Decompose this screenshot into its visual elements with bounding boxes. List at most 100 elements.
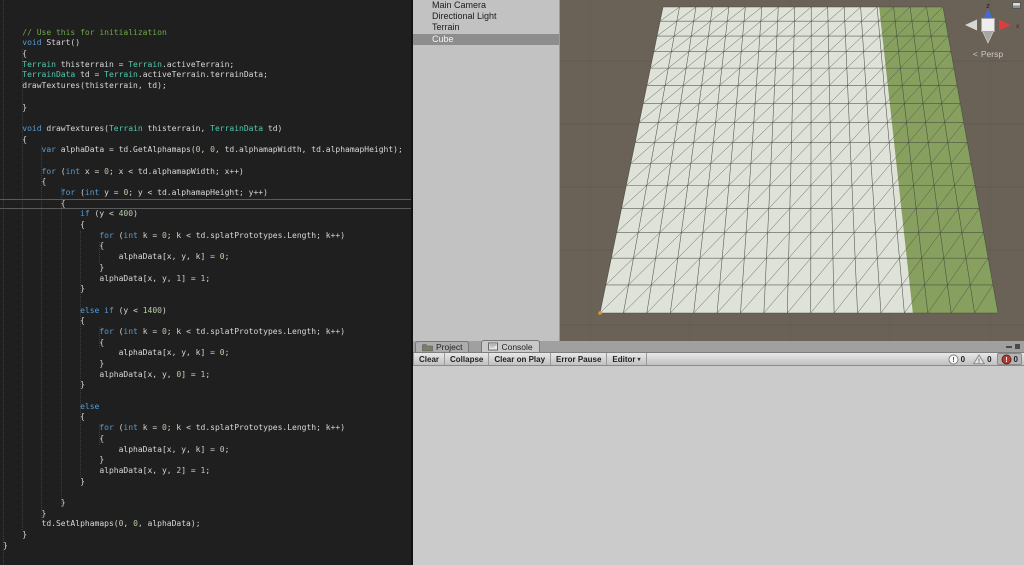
code-line: if (y < 400) [3, 209, 138, 219]
code-line: { [0, 199, 411, 210]
code-line: { [3, 49, 28, 59]
hierarchy-item-terrain[interactable]: Terrain [413, 22, 559, 33]
folder-icon [422, 343, 433, 352]
code-line: { [3, 433, 105, 443]
code-line: } [3, 262, 105, 272]
console-tabbar: Project Console [413, 340, 1024, 353]
console-panel: Project Console Clear Collapse Clear on Pla… [411, 340, 1024, 565]
hierarchy-item-directional-light[interactable]: Directional Light [413, 11, 559, 22]
console-toolbar: Clear Collapse Clear on Play Error Pause Edi… [413, 353, 1024, 366]
gizmo-z-label: z [986, 3, 990, 10]
code-line: Terrain thisterrain = Terrain.activeTerr… [3, 59, 235, 69]
svg-text:!: ! [1005, 357, 1007, 364]
scene-gizmo[interactable]: z x < Persp [946, 0, 1024, 62]
console-button-clear[interactable]: Clear [413, 353, 446, 365]
gizmo-down-arrow-icon[interactable] [982, 30, 994, 44]
button-label: Error Pause [556, 354, 602, 364]
code-line: alphaData[x, y, 0] = 1; [3, 369, 211, 379]
hierarchy-item-cube[interactable]: Cube [413, 33, 559, 45]
code-line: { [3, 316, 85, 326]
code-line: TerrainData td = Terrain.activeTerrain.t… [3, 70, 268, 80]
code-line: alphaData[x, y, k] = 0; [3, 252, 230, 262]
code-line: { [3, 220, 85, 230]
code-line: } [3, 497, 66, 507]
code-line: } [3, 508, 47, 518]
code-line: td.SetAlphamaps(0, 0, alphaData); [3, 519, 201, 529]
code-line: for (int k = 0; k < td.splatPrototypes.L… [3, 326, 346, 336]
error-count: 0 [1013, 354, 1018, 364]
console-button-editor[interactable]: Editor ▾ [607, 353, 647, 365]
panel-menu-dash-icon [1006, 345, 1012, 348]
code-line: } [3, 530, 28, 539]
code-line: } [3, 359, 105, 368]
code-line: for (int k = 0; k < td.splatPrototypes.L… [3, 423, 346, 433]
tab-console[interactable]: Console [481, 340, 540, 352]
code-line: } [3, 540, 8, 550]
code-line: } [3, 455, 105, 465]
warning-icon: ! [973, 353, 986, 365]
scene-view[interactable]: z x < Persp [560, 0, 1024, 341]
code-line: void drawTextures(Terrain thisterrain, T… [3, 123, 283, 133]
code-line: { [3, 177, 47, 187]
code-line: { [3, 241, 105, 251]
code-line: else if (y < 1400) [3, 305, 167, 315]
hierarchy-list: Main Camera Directional Light Terrain Cube [413, 0, 559, 45]
hierarchy-item-main-camera[interactable]: Main Camera [413, 0, 559, 11]
tab-project[interactable]: Project [415, 341, 470, 352]
gizmo-persp-label[interactable]: < Persp [973, 49, 1003, 59]
warning-count: 0 [987, 354, 992, 364]
info-count: 0 [960, 354, 966, 364]
svg-text:!: ! [952, 357, 954, 364]
code-line: alphaData[x, y, 2] = 1; [3, 465, 211, 475]
code-line: alphaData[x, y, k] = 0; [3, 348, 230, 358]
code-line: for (int x = 0; x < td.alphamapWidth; x+… [3, 166, 244, 176]
code-line: alphaData[x, y, k] = 0; [3, 444, 230, 454]
info-icon: ! [948, 354, 959, 365]
code-line: var alphaData = td.GetAlphamaps(0, 0, td… [3, 145, 403, 155]
console-content[interactable] [413, 366, 1024, 565]
console-button-clear-on-play[interactable]: Clear on Play [489, 353, 552, 365]
code-lines: // Use this for initialization void Star… [0, 0, 411, 551]
button-label: Clear on Play [494, 354, 546, 364]
code-line: drawTextures(thisterrain, td); [3, 81, 167, 91]
code-line: } [3, 380, 85, 390]
code-line: void Start() [3, 38, 81, 48]
error-icon: ! [1001, 354, 1012, 365]
info-counter[interactable]: ! 0 [945, 353, 968, 365]
console-counters: ! 0! 0! 0 [945, 353, 1024, 365]
svg-text:!: ! [978, 359, 980, 365]
gizmo-center-cube-icon[interactable] [981, 18, 995, 32]
code-line: for (int k = 0; k < td.splatPrototypes.L… [3, 230, 346, 240]
code-line: else [3, 401, 100, 411]
terrain-origin-dot [598, 311, 602, 315]
gizmo-x-arrow-icon[interactable] [999, 19, 1011, 31]
code-line: } [3, 284, 85, 294]
console-button-collapse[interactable]: Collapse [445, 353, 490, 365]
code-editor[interactable]: // Use this for initialization void Star… [0, 0, 411, 565]
unity-editor-root: // Use this for initialization void Star… [0, 0, 1024, 565]
console-button-error-pause[interactable]: Error Pause [551, 353, 608, 365]
code-line: { [3, 412, 85, 422]
gizmo-left-arrow-icon[interactable] [965, 19, 977, 31]
code-line: } [3, 102, 28, 112]
error-counter[interactable]: ! 0 [996, 353, 1022, 365]
code-line: { [3, 134, 28, 144]
panel-menu-icon[interactable] [1006, 344, 1020, 349]
button-label: Clear [419, 354, 440, 364]
hierarchy-panel: Main Camera Directional Light Terrain Cube [411, 0, 560, 341]
code-line: } [3, 476, 85, 486]
warning-counter[interactable]: ! 0 [970, 353, 994, 365]
code-line: // Use this for initialization [3, 27, 167, 37]
window-icon[interactable] [1012, 2, 1021, 9]
code-line: { [3, 337, 105, 347]
tab-label: Project [436, 342, 463, 352]
dropdown-arrow-icon: ▾ [637, 356, 641, 363]
panel-menu-square-icon [1015, 344, 1020, 349]
